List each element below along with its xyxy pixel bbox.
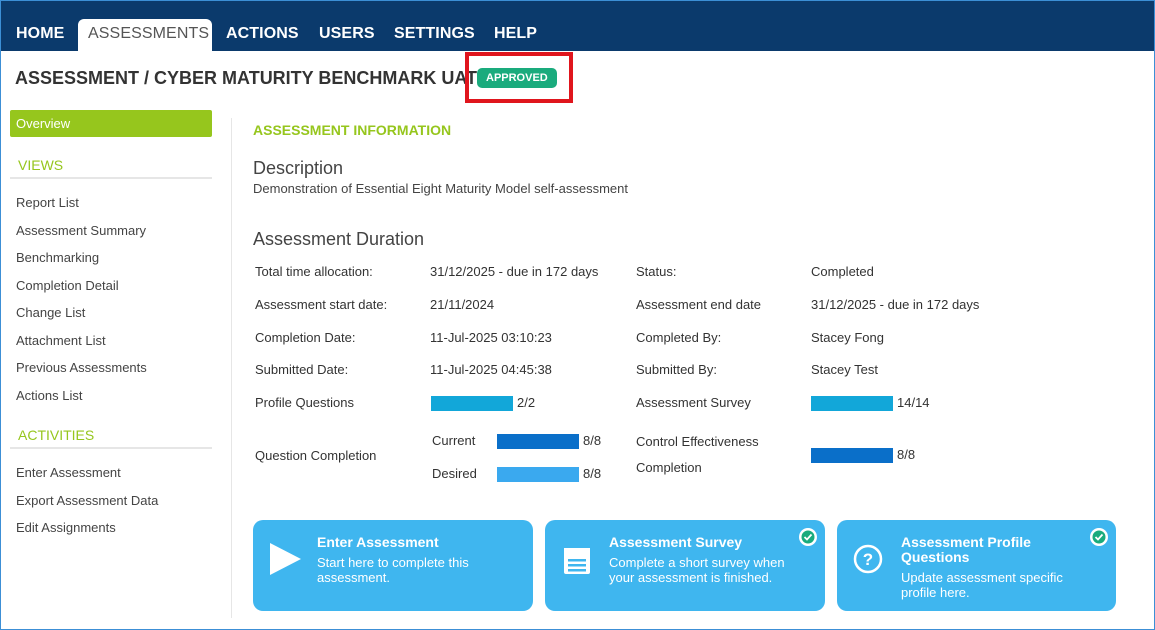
sidebar-item-export-assessment-data[interactable]: Export Assessment Data (10, 487, 212, 515)
card-assessment-profile-questions[interactable]: ? Assessment Profile Questions Update as… (837, 520, 1116, 611)
assessment-survey-label: Assessment Survey (636, 395, 751, 410)
card-desc: Update assessment specific profile here. (901, 570, 1063, 600)
sidebar-item-overview[interactable]: Overview (10, 110, 212, 137)
highlight-box (465, 52, 573, 103)
sidebar-item-enter-assessment[interactable]: Enter Assessment (10, 459, 212, 487)
sidebar-divider (231, 118, 232, 618)
completed-by-value: Stacey Fong (811, 330, 884, 345)
status-label: Status: (636, 264, 677, 279)
current-value: 8/8 (583, 433, 602, 448)
sidebar-item-assessment-summary[interactable]: Assessment Summary (10, 217, 212, 245)
profile-questions-label: Profile Questions (255, 395, 354, 410)
nav-settings[interactable]: SETTINGS (384, 19, 485, 51)
start-date-value: 21/11/2024 (430, 297, 495, 312)
completion-date-label: Completion Date: (255, 330, 356, 345)
end-date-value: 31/12/2025 - due in 172 days (811, 297, 980, 312)
check-icon (799, 528, 817, 546)
sidebar-item-actions-list[interactable]: Actions List (10, 382, 212, 410)
question-completion-label: Question Completion (255, 448, 377, 463)
completion-date-value: 11-Jul-2025 03:10:23 (430, 330, 552, 345)
assessment-survey-value: 14/14 (897, 395, 930, 410)
sidebar-item-change-list[interactable]: Change List (10, 299, 212, 327)
assessment-survey-bar (811, 396, 893, 411)
current-label: Current (432, 433, 476, 448)
play-icon (270, 543, 301, 575)
nav-assessments[interactable]: ASSESSMENTS (78, 19, 212, 51)
status-value: Completed (811, 264, 874, 279)
completed-by-label: Completed By: (636, 330, 722, 345)
section-heading: ASSESSMENT INFORMATION (253, 122, 452, 138)
start-date-label: Assessment start date: (255, 297, 388, 312)
control-effectiveness-bar (811, 448, 893, 463)
description-title: Description (253, 158, 344, 178)
profile-questions-bar (431, 396, 513, 411)
survey-icon (564, 548, 590, 574)
top-nav: HOME ASSESSMENTS ACTIONS USERS SETTINGS … (1, 1, 1154, 51)
sidebar-views-heading: VIEWS (10, 151, 212, 179)
nav-users[interactable]: USERS (309, 19, 385, 51)
sidebar-item-report-list[interactable]: Report List (10, 189, 212, 217)
card-title: Assessment Profile Questions (901, 534, 1031, 565)
card-title: Assessment Survey (609, 534, 743, 550)
sidebar-item-attachment-list[interactable]: Attachment List (10, 327, 212, 355)
card-title: Enter Assessment (317, 534, 439, 550)
sidebar-item-completion-detail[interactable]: Completion Detail (10, 272, 212, 300)
sidebar: Overview VIEWS Report List Assessment Su… (10, 110, 212, 542)
control-effectiveness-label: Control Effectiveness (636, 434, 759, 449)
check-icon (1090, 528, 1108, 546)
card-desc: Complete a short survey when your assess… (609, 555, 785, 585)
desired-label: Desired (432, 466, 477, 481)
control-effectiveness-value: 8/8 (897, 447, 916, 462)
sidebar-item-edit-assignments[interactable]: Edit Assignments (10, 514, 212, 542)
duration-title: Assessment Duration (253, 229, 425, 249)
sidebar-item-benchmarking[interactable]: Benchmarking (10, 244, 212, 272)
page-title: ASSESSMENT / CYBER MATURITY BENCHMARK UA… (15, 68, 478, 88)
submitted-date-value: 11-Jul-2025 04:45:38 (430, 362, 552, 377)
svg-text:?: ? (863, 550, 873, 569)
description-text: Demonstration of Essential Eight Maturit… (253, 181, 628, 196)
card-desc: Start here to complete this assessment. (317, 555, 469, 585)
submitted-by-value: Stacey Test (811, 362, 878, 377)
total-time-value: 31/12/2025 - due in 172 days (430, 264, 599, 279)
card-assessment-survey[interactable]: Assessment Survey Complete a short surve… (545, 520, 825, 611)
submitted-by-label: Submitted By: (636, 362, 717, 377)
profile-questions-value: 2/2 (517, 395, 536, 410)
nav-actions[interactable]: ACTIONS (216, 19, 309, 51)
sidebar-item-previous-assessments[interactable]: Previous Assessments (10, 354, 212, 382)
nav-home[interactable]: HOME (6, 19, 74, 51)
desired-value: 8/8 (583, 466, 602, 481)
current-bar (497, 434, 579, 449)
question-icon: ? (853, 544, 883, 574)
control-effectiveness-label-2: Completion (636, 460, 702, 475)
desired-bar (497, 467, 579, 482)
nav-help[interactable]: HELP (484, 19, 547, 51)
end-date-label: Assessment end date (636, 297, 762, 312)
card-enter-assessment[interactable]: Enter Assessment Start here to complete … (253, 520, 533, 611)
total-time-label: Total time allocation: (255, 264, 373, 279)
sidebar-activities-heading: ACTIVITIES (10, 421, 212, 449)
submitted-date-label: Submitted Date: (255, 362, 349, 377)
